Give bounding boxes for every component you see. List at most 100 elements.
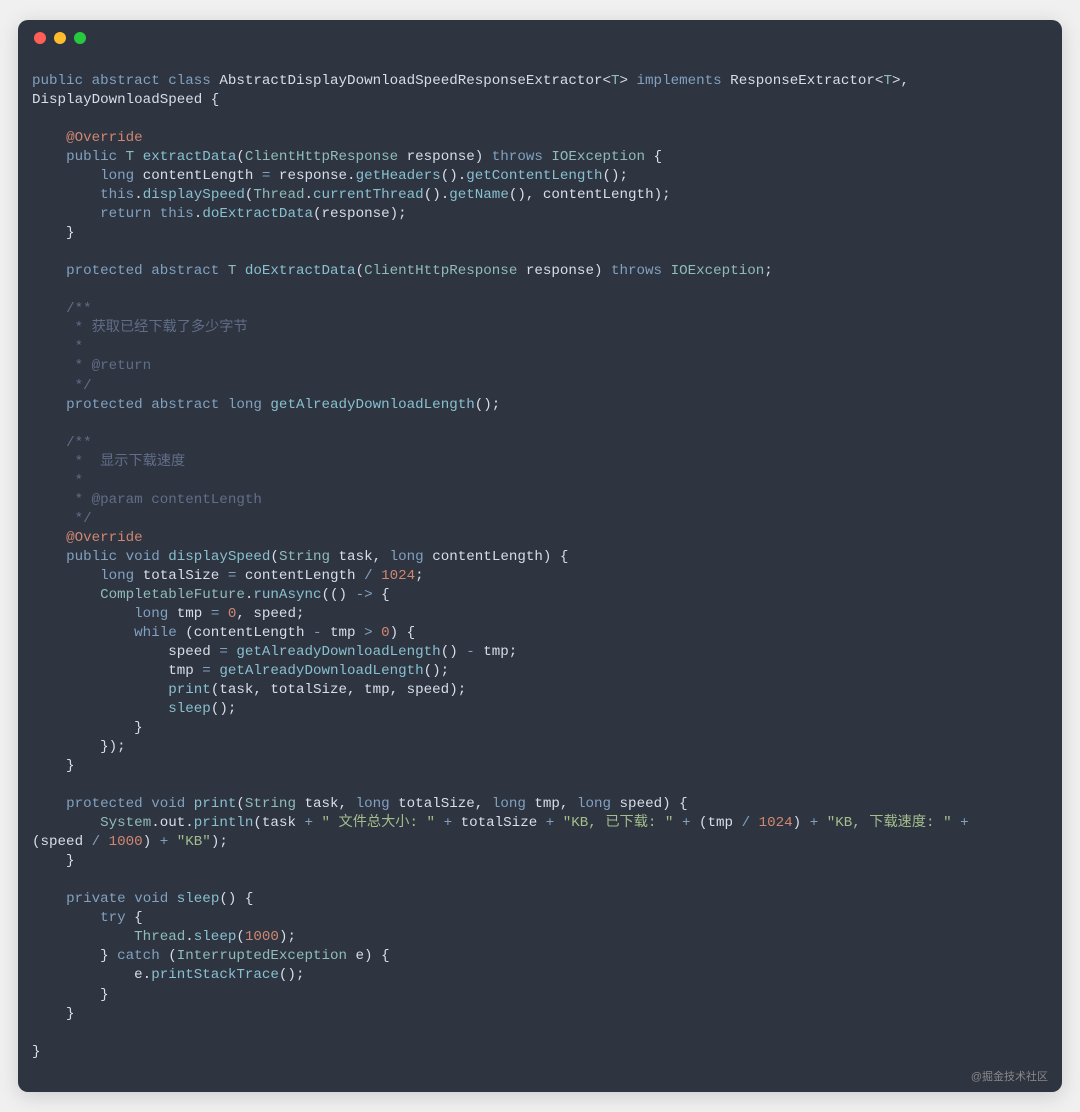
code-token [160, 73, 169, 89]
code-token: return [100, 206, 151, 222]
code-token: runAsync [253, 587, 321, 603]
code-token: ) [793, 815, 810, 831]
code-token: try [100, 910, 126, 926]
code-token: 0 [381, 625, 390, 641]
code-token: = [219, 644, 228, 660]
code-token: long [390, 549, 424, 565]
code-token: public [66, 149, 117, 165]
code-token: System [100, 815, 151, 831]
code-token: () [441, 644, 467, 660]
code-token: sleep [194, 929, 237, 945]
code-token: + [160, 834, 169, 850]
code-token [168, 891, 177, 907]
code-token: void [134, 891, 168, 907]
code-token: " 文件总大小: " [322, 815, 436, 831]
code-token [219, 263, 228, 279]
code-token: ( [236, 149, 245, 165]
code-token: "KB" [177, 834, 211, 850]
code-token: response. [270, 168, 355, 184]
code-token [151, 206, 160, 222]
code-token: (task [253, 815, 304, 831]
code-token: . [185, 929, 194, 945]
code-token: > [364, 625, 373, 641]
code-token [185, 796, 194, 812]
code-token: long [577, 796, 611, 812]
minimize-icon[interactable] [54, 32, 66, 44]
code-token [373, 568, 382, 584]
code-token: task, [330, 549, 390, 565]
code-token [143, 397, 152, 413]
code-token: totalSize [134, 568, 228, 584]
code-token [662, 263, 671, 279]
code-token: protected [66, 397, 143, 413]
code-token: contentLength [134, 168, 262, 184]
code-token: println [194, 815, 254, 831]
code-token: class [168, 73, 211, 89]
code-token: (() [322, 587, 356, 603]
code-token: long [492, 796, 526, 812]
code-token: (contentLength [177, 625, 313, 641]
code-token: .out. [151, 815, 194, 831]
code-token: T [611, 73, 620, 89]
code-token: abstract [151, 397, 219, 413]
code-token: . [134, 187, 143, 203]
close-icon[interactable] [34, 32, 46, 44]
code-token [236, 263, 245, 279]
code-token [117, 549, 126, 565]
code-token [818, 815, 827, 831]
code-token: (). [441, 168, 467, 184]
code-window: public abstract class AbstractDisplayDow… [18, 20, 1062, 1092]
code-token [32, 149, 66, 165]
code-token: void [151, 796, 185, 812]
code-token: 1024 [759, 815, 793, 831]
code-token: abstract [151, 263, 219, 279]
code-token: + [960, 815, 969, 831]
code-token: getAlreadyDownloadLength [270, 397, 474, 413]
code-token: doExtractData [245, 263, 356, 279]
code-token: doExtractData [202, 206, 313, 222]
code-token [168, 834, 177, 850]
code-token [83, 73, 92, 89]
code-token: throws [492, 149, 543, 165]
code-token: getName [449, 187, 509, 203]
code-token: Thread [253, 187, 304, 203]
code-content[interactable]: public abstract class AbstractDisplayDow… [18, 56, 1062, 1092]
code-token [126, 891, 135, 907]
code-token: + [444, 815, 453, 831]
code-token: - [466, 644, 475, 660]
code-token: / [92, 834, 101, 850]
code-token [435, 815, 444, 831]
code-token: / [742, 815, 751, 831]
code-token: getHeaders [356, 168, 441, 184]
code-token: catch [117, 948, 160, 964]
code-token: totalSize [452, 815, 546, 831]
code-token: extractData [143, 149, 237, 165]
code-token: ClientHttpResponse [364, 263, 517, 279]
code-token: ResponseExtractor< [722, 73, 884, 89]
code-token: public [32, 73, 83, 89]
code-token [143, 263, 152, 279]
code-token: > [620, 73, 637, 89]
window-titlebar [18, 20, 1062, 56]
code-token: contentLength [236, 568, 364, 584]
code-token: ( [270, 549, 279, 565]
code-token: protected [66, 796, 143, 812]
maximize-icon[interactable] [74, 32, 86, 44]
code-token [32, 530, 66, 546]
code-token: throws [611, 263, 662, 279]
code-token: + [810, 815, 819, 831]
code-token: ( [356, 263, 365, 279]
code-token: + [546, 815, 555, 831]
code-token: /** * 显示下载速度 * * @param contentLength */ [32, 435, 262, 527]
code-token: this [100, 187, 134, 203]
code-token: task, [296, 796, 356, 812]
code-token: long [100, 168, 134, 184]
code-token: ) [143, 834, 160, 850]
code-token: while [134, 625, 177, 641]
code-token: Thread [134, 929, 185, 945]
code-token: sleep [168, 701, 211, 717]
code-token: T [126, 149, 135, 165]
code-token [143, 796, 152, 812]
code-token: displaySpeed [143, 187, 245, 203]
code-token: print [194, 796, 237, 812]
